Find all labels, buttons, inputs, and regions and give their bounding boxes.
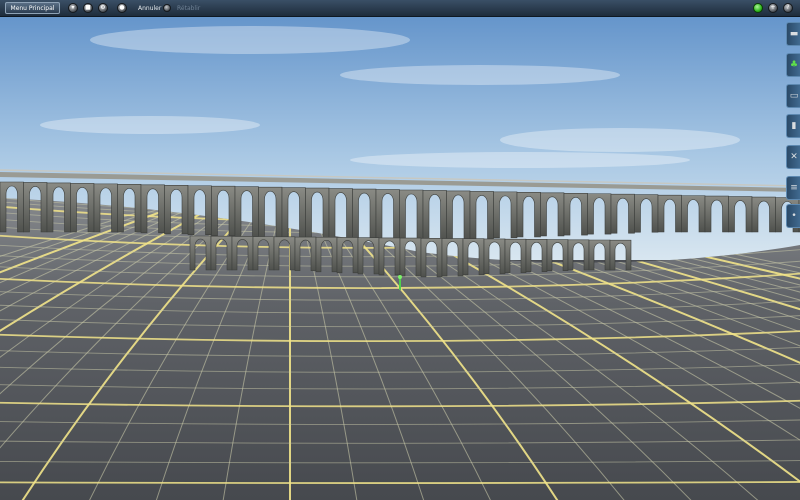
undo-icon[interactable] [163, 4, 171, 12]
main-menu-button[interactable]: Menu Principal [5, 2, 60, 14]
circle-icon[interactable]: ● [117, 3, 127, 13]
wrench-icon: ✕ [790, 152, 798, 162]
tab-more[interactable]: • [786, 204, 800, 228]
tab-trains[interactable]: ▭ [786, 84, 800, 108]
undo-button[interactable]: Annuler [138, 3, 161, 14]
tab-track[interactable]: ▬ [786, 22, 800, 46]
rail-icon: ≡ [790, 183, 798, 193]
redo-button[interactable]: Rétablir [177, 3, 200, 14]
add-icon[interactable]: + [768, 3, 778, 13]
settings-icon[interactable]: ⚙ [98, 3, 108, 13]
view-icon[interactable]: ▾ [68, 3, 78, 13]
help-icon[interactable]: ? [783, 3, 793, 13]
train-icon: ▭ [789, 91, 799, 101]
tree-icon: ♣ [789, 60, 799, 70]
status-green-icon[interactable] [753, 3, 763, 13]
dot-icon: • [791, 211, 797, 221]
vehicle-icon: ▮ [791, 121, 797, 131]
tab-interlocking[interactable]: ≡ [786, 176, 800, 200]
track-icon: ▬ [789, 29, 799, 39]
tab-objects[interactable]: ♣ [786, 53, 800, 77]
stop-icon[interactable]: ■ [83, 3, 93, 13]
top-toolbar: Menu Principal ▾ ■ ⚙ ● Annuler Rétablir … [0, 0, 800, 17]
3d-viewport[interactable] [0, 0, 800, 500]
tab-vehicles[interactable]: ▮ [786, 114, 800, 138]
tab-tools[interactable]: ✕ [786, 145, 800, 169]
